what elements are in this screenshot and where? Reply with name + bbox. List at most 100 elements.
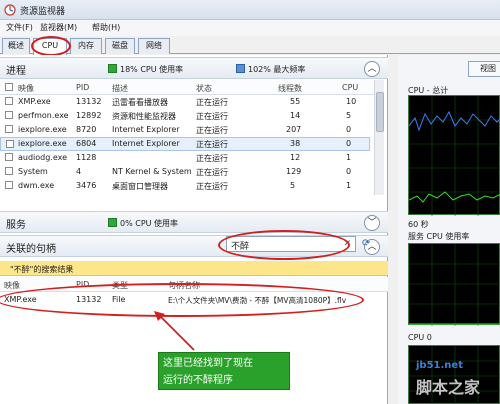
process-image: perfmon.exe	[18, 111, 69, 120]
col-description[interactable]: 描述	[112, 83, 128, 94]
collapse-processes-button[interactable]: ︿	[364, 61, 380, 77]
process-row-selected[interactable]: iexplore.exe 6804 Internet Explorer 正在运行…	[0, 137, 370, 151]
search-value: 不醉	[231, 242, 250, 252]
row-checkbox[interactable]	[5, 153, 13, 161]
title-bar: 资源监视器	[0, 0, 500, 20]
col-handle-type[interactable]: 类型	[112, 280, 128, 291]
tab-overview[interactable]: 概述	[2, 38, 30, 54]
row-checkbox[interactable]	[5, 111, 13, 119]
process-status: 正在运行	[196, 154, 228, 163]
cpu0-label: CPU 0	[408, 333, 432, 342]
process-threads: 5	[290, 181, 296, 190]
process-cpu: 0	[346, 167, 352, 176]
col-handle-name[interactable]: 句柄名称	[168, 280, 200, 291]
row-checkbox[interactable]	[5, 97, 13, 105]
process-row[interactable]: dwm.exe 3476 桌面窗口管理器 正在运行 5 1	[0, 179, 370, 193]
process-description: 桌面窗口管理器	[112, 182, 168, 191]
col-handle-pid[interactable]: PID	[76, 280, 89, 289]
clear-search-icon[interactable]: ✕	[343, 239, 351, 249]
tab-strip: 概述 CPU 内存 磁盘 网络	[0, 36, 500, 55]
refresh-icon[interactable]: ⟳	[362, 238, 376, 252]
row-checkbox[interactable]	[5, 181, 13, 189]
window-title: 资源监视器	[20, 7, 66, 17]
watermark-logo: jb51.net 脚本之家	[416, 360, 500, 404]
cpu-total-graph	[408, 95, 500, 216]
tab-network[interactable]: 网络	[138, 38, 170, 54]
callout-line-2: 运行的不醉程序	[163, 375, 233, 386]
col-handle-image[interactable]: 映像	[4, 280, 20, 291]
col-status[interactable]: 状态	[196, 83, 212, 94]
processes-header[interactable]: 进程 18% CPU 使用率 102% 最大频率 ︿	[0, 57, 388, 79]
service-cpu-graph	[408, 243, 500, 326]
services-cpu-swatch	[108, 218, 117, 227]
process-cpu: 1	[346, 181, 352, 190]
col-threads[interactable]: 线程数	[278, 83, 302, 94]
menu-monitor[interactable]: 监视器(M)	[40, 22, 77, 33]
process-status: 正在运行	[196, 182, 228, 191]
col-image[interactable]: 映像	[18, 83, 34, 94]
handle-row[interactable]: XMP.exe 13132 File E:\个人文件夹\MV\费渤 - 不醉【M…	[0, 293, 388, 307]
handle-column-header: 映像 PID 类型 句柄名称	[0, 277, 388, 292]
process-status: 正在运行	[196, 98, 228, 107]
process-status: 正在运行	[196, 112, 228, 121]
menu-bar: 文件(F) 监视器(M) 帮助(H)	[0, 20, 500, 36]
watermark-name: 脚本之家	[416, 378, 481, 397]
processes-max-frequency: 102% 最大频率	[248, 65, 306, 74]
tab-disk[interactable]: 磁盘	[105, 38, 135, 54]
process-threads: 207	[286, 125, 302, 134]
process-row[interactable]: XMP.exe 13132 迅雷看看播放器 正在运行 55 10	[0, 95, 370, 109]
process-image: iexplore.exe	[18, 125, 67, 134]
process-threads: 14	[290, 111, 301, 120]
process-status: 正在运行	[196, 168, 228, 177]
handles-title: 关联的句柄	[6, 244, 56, 255]
process-cpu: 5	[346, 111, 352, 120]
graph-time-label: 60 秒	[408, 220, 429, 229]
process-status: 正在运行	[196, 140, 228, 149]
view-button[interactable]: 视图	[468, 61, 500, 77]
row-checkbox[interactable]	[5, 125, 13, 133]
process-list-scrollbar[interactable]	[374, 80, 384, 195]
search-result-banner: "不醉"的搜索结果	[0, 261, 388, 276]
process-pid: 3476	[76, 181, 97, 190]
menu-file[interactable]: 文件(F)	[6, 22, 33, 33]
handle-type: File	[112, 295, 126, 304]
process-threads: 38	[290, 139, 301, 148]
process-description: Internet Explorer	[112, 139, 180, 148]
handle-pid: 13132	[76, 295, 102, 304]
right-pane: 视图 CPU - 总计 60 秒 服务 CPU 使用率 CPU 0	[398, 55, 500, 404]
col-pid[interactable]: PID	[76, 83, 89, 92]
row-checkbox[interactable]	[6, 140, 14, 148]
process-row[interactable]: System 4 NT Kernel & System 正在运行 129 0	[0, 165, 370, 179]
process-row[interactable]: audiodg.exe 1128 正在运行 12 1	[0, 151, 370, 165]
process-cpu: 0	[346, 139, 352, 148]
col-cpu[interactable]: CPU	[342, 83, 358, 92]
service-cpu-chart	[409, 244, 500, 326]
scrollbar-thumb[interactable]	[376, 92, 384, 132]
menu-help[interactable]: 帮助(H)	[92, 22, 120, 33]
process-row[interactable]: perfmon.exe 12892 资源和性能监视器 正在运行 14 5	[0, 109, 370, 123]
select-all-checkbox[interactable]	[5, 83, 13, 91]
services-cpu-usage: 0% CPU 使用率	[120, 219, 179, 228]
search-result-text: "不醉"的搜索结果	[10, 265, 74, 274]
services-header[interactable]: 服务 0% CPU 使用率 ﹀	[0, 211, 388, 233]
process-cpu: 10	[346, 97, 357, 106]
process-image: audiodg.exe	[18, 153, 68, 162]
process-description: Internet Explorer	[112, 125, 180, 134]
process-cpu: 0	[346, 125, 352, 134]
process-cpu: 1	[346, 153, 352, 162]
row-checkbox[interactable]	[5, 167, 13, 175]
tab-memory[interactable]: 内存	[70, 38, 102, 54]
process-pid: 4	[76, 167, 82, 176]
process-pid: 13132	[76, 97, 102, 106]
service-cpu-label: 服务 CPU 使用率	[408, 232, 470, 241]
expand-services-button[interactable]: ﹀	[364, 215, 380, 231]
process-column-header: 映像 PID 描述 状态 线程数 CPU	[0, 80, 378, 95]
process-pid: 8720	[76, 125, 97, 134]
tab-cpu[interactable]: CPU	[33, 38, 67, 55]
handle-search-input[interactable]: 不醉 ✕	[226, 236, 356, 252]
process-row[interactable]: iexplore.exe 8720 Internet Explorer 正在运行…	[0, 123, 370, 137]
resource-monitor-icon	[4, 4, 16, 16]
process-image: iexplore.exe	[18, 139, 67, 148]
annotation-callout: 这里已经找到了现在 运行的不醉程序	[158, 352, 290, 390]
process-description: 资源和性能监视器	[112, 112, 176, 121]
